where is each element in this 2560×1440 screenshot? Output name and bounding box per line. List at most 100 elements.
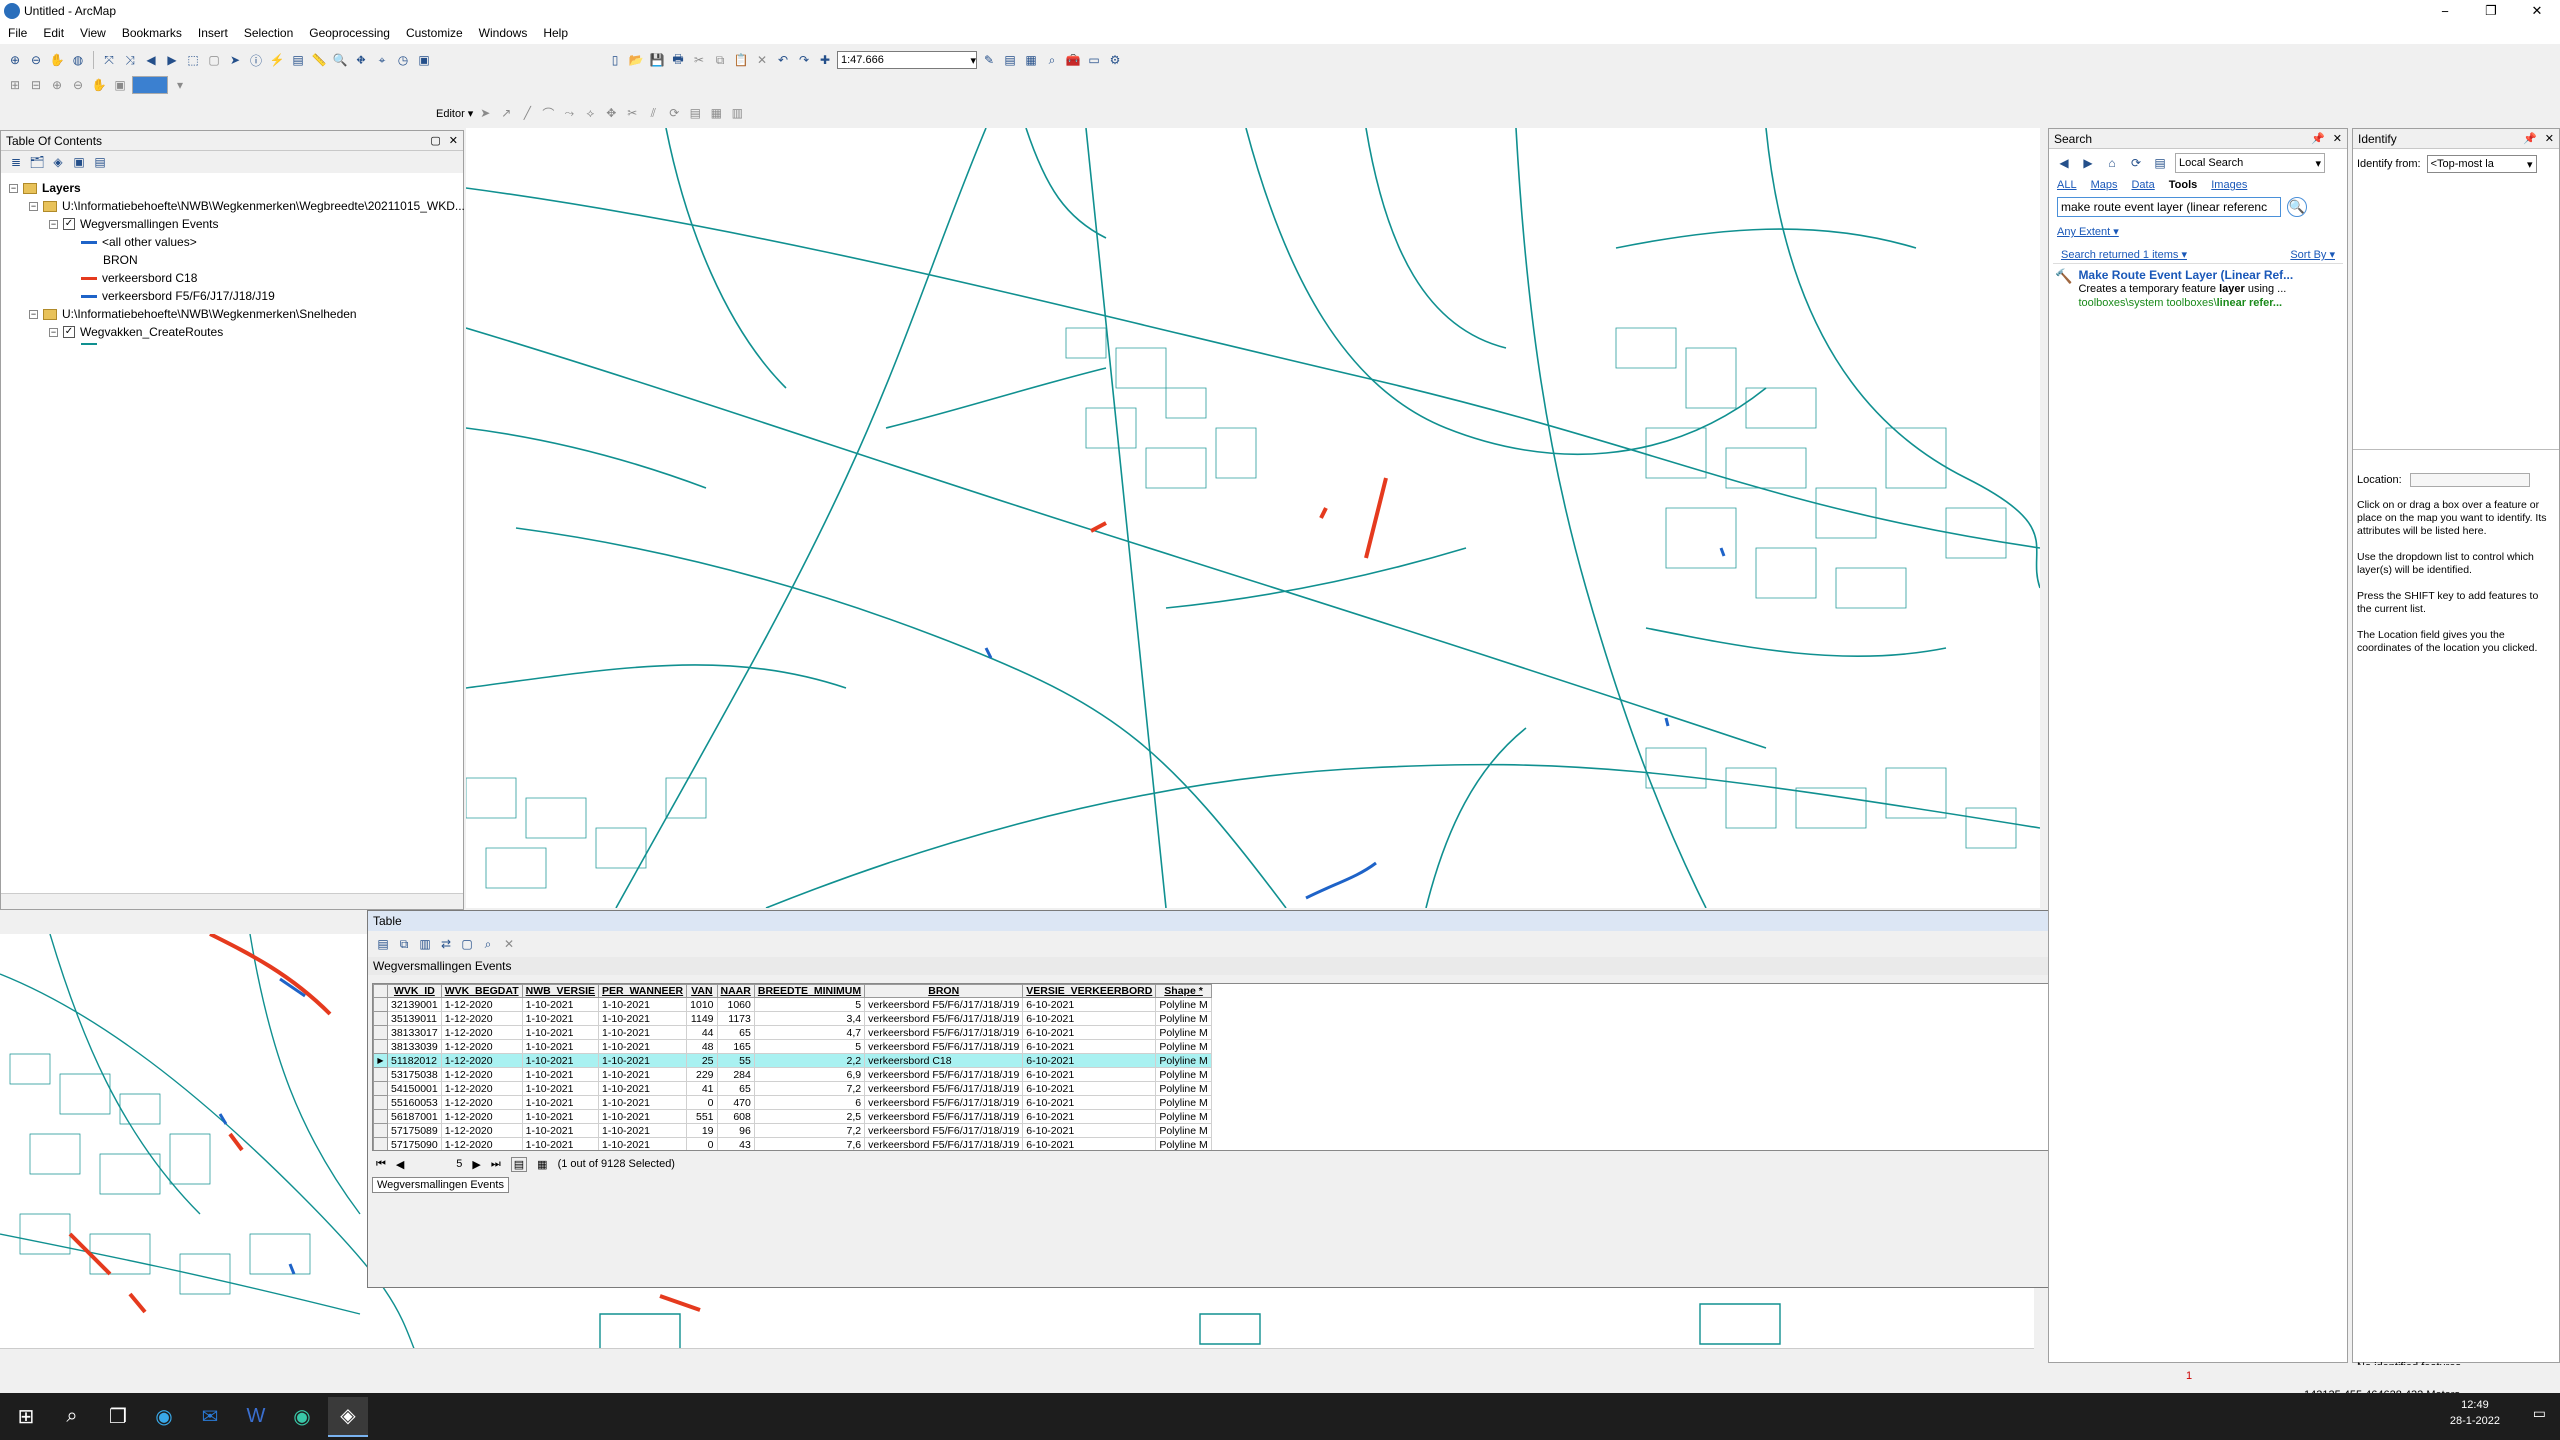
map-horizontal-scrollbar[interactable] [0,1348,2034,1364]
table-cell[interactable]: 38133039 [387,1039,442,1054]
location-field[interactable] [2409,473,2530,487]
table-cell[interactable]: verkeersbord F5/F6/J17/J18/J19 [864,1039,1024,1054]
table-cell[interactable]: 1060 [716,997,755,1012]
xy-icon[interactable]: ⌖ [373,51,391,69]
toc-layer1-row[interactable]: − ✓ Wegversmallingen Events [49,217,219,231]
undo-icon[interactable]: ↶ [774,51,792,69]
legend-roads-symbol[interactable] [81,343,97,345]
table-cell[interactable]: 6-10-2021 [1022,1137,1157,1150]
table-cell[interactable]: 1-12-2020 [440,1095,523,1110]
table-cell[interactable]: Polyline M [1155,1123,1212,1138]
search-result-title[interactable]: Make Route Event Layer (Linear Ref... [2078,268,2293,282]
table-options-icon[interactable]: ▤ [374,935,392,953]
toc-horizontal-scrollbar[interactable] [1,893,463,909]
table-cell[interactable]: 56187001 [387,1109,442,1124]
toc-path2-row[interactable]: − U:\Informatiebehoefte\NWB\Wegkenmerken… [29,307,357,321]
table-cell[interactable]: 3,4 [753,1011,866,1026]
search-sort[interactable]: Sort By ▾ [2290,248,2335,261]
related-tables-icon[interactable]: ⧉ [395,935,413,953]
layout-options-icon[interactable]: ▾ [171,76,189,94]
layer2-checkbox[interactable]: ✓ [63,326,75,338]
table-row[interactable]: 38133039 1-12-2020 1-10-2021 1-10-2021 48 165… [373,1039,1212,1054]
table-cell[interactable]: 41 [686,1081,718,1096]
list-by-source-icon[interactable]: 🗂 [28,153,46,171]
edge-icon[interactable]: ◉ [144,1397,184,1437]
search-tab-all[interactable]: ALL [2057,179,2077,191]
map-scale-combo[interactable]: 1:47.666 ▾ [837,51,977,69]
table-cell[interactable]: 551 [686,1109,718,1124]
table-cell[interactable]: 6 [753,1095,866,1110]
row-selector[interactable] [373,1123,388,1138]
table-cell[interactable]: 35139011 [387,1011,442,1026]
straight-segment-icon[interactable]: ╱ [518,104,536,122]
table-cell[interactable]: verkeersbord F5/F6/J17/J18/J19 [864,1067,1024,1082]
table-cell[interactable]: 1-12-2020 [440,1067,523,1082]
table-cell[interactable]: Polyline M [1155,1011,1212,1026]
table-cell[interactable]: 6-10-2021 [1022,997,1157,1012]
table-cell[interactable]: 1-10-2021 [521,1039,600,1054]
table-cell[interactable]: 1-10-2021 [521,1081,600,1096]
column-header[interactable]: WVK_ID [387,984,442,998]
table-cell[interactable]: 1173 [716,1011,755,1026]
collapse-icon[interactable]: − [49,219,58,229]
select-by-attributes-icon[interactable]: ▥ [416,935,434,953]
menu-insert[interactable]: Insert [190,26,236,40]
toc-close-icon[interactable]: ✕ [449,134,458,147]
search-forward-icon[interactable]: ▶ [2079,154,2097,172]
column-header[interactable]: WVK_BEGDAT [440,984,523,998]
attribute-table[interactable]: WVK_ID WVK_BEGDAT NWB_VERSIE PER_WANNEER VAN… [373,984,1212,1150]
table-cell[interactable]: 6-10-2021 [1022,1081,1157,1096]
table-cell[interactable]: 1-10-2021 [598,1137,688,1150]
table-cell[interactable]: verkeersbord F5/F6/J17/J18/J19 [864,1123,1024,1138]
table-cell[interactable]: 6-10-2021 [1022,1039,1157,1054]
table-cell[interactable]: Polyline M [1155,1109,1212,1124]
fixed-zoom-out-icon[interactable]: ⤨ [121,51,139,69]
table-cell[interactable]: 7,6 [753,1137,866,1150]
editor-menu[interactable]: Editor ▾ [436,107,473,120]
table-cell[interactable]: verkeersbord F5/F6/J17/J18/J19 [864,1081,1024,1096]
table-cell[interactable]: 6-10-2021 [1022,1025,1157,1040]
column-header[interactable]: VAN [686,984,718,998]
table-cell[interactable]: 53175038 [387,1067,442,1082]
full-extent-icon[interactable]: ◍ [69,51,87,69]
focus-frame-icon[interactable]: ▣ [111,76,129,94]
select-features-icon[interactable]: ⬚ [184,51,202,69]
edge-dev-icon[interactable]: ◉ [282,1397,322,1437]
table-cell[interactable]: 1-10-2021 [521,1109,600,1124]
delete-icon[interactable]: ✕ [753,51,771,69]
table-cell[interactable]: 1-10-2021 [598,1053,688,1068]
table-cell[interactable]: verkeersbord F5/F6/J17/J18/J19 [864,1109,1024,1124]
delete-selected-icon[interactable]: ✕ [500,935,518,953]
table-cell[interactable]: 57175090 [387,1137,442,1150]
legend-f5-symbol[interactable] [81,294,97,298]
row-selector[interactable] [373,1109,388,1124]
select-elements-icon[interactable]: ➤ [226,51,244,69]
table-cell[interactable]: 1-10-2021 [521,1137,600,1150]
table-row[interactable]: 35139011 1-12-2020 1-10-2021 1-10-2021 1149 1… [373,1011,1212,1026]
row-selector[interactable]: ▶ [373,1053,388,1068]
html-popup-icon[interactable]: ▤ [289,51,307,69]
identify-icon[interactable]: ⓘ [247,51,265,69]
table-cell[interactable]: verkeersbord F5/F6/J17/J18/J19 [864,1137,1024,1150]
fixed-zoom-in-icon[interactable]: ⤧ [100,51,118,69]
table-cell[interactable]: 1-10-2021 [598,1081,688,1096]
python-icon[interactable]: ▭ [1085,51,1103,69]
edit-annotation-icon[interactable]: ↗ [497,104,515,122]
search-input[interactable] [2057,197,2281,217]
search-go-icon[interactable]: 🔍 [2287,197,2307,217]
search-back-icon[interactable]: ◀ [2055,154,2073,172]
search-icon[interactable]: ⌕ [52,1397,92,1437]
add-data-icon[interactable]: ✚ [816,51,834,69]
edit-tool-icon[interactable]: ➤ [476,104,494,122]
attributes-icon[interactable]: ▤ [686,104,704,122]
row-selector[interactable] [373,1081,388,1096]
table-row[interactable]: 55160053 1-12-2020 1-10-2021 1-10-2021 0 470 6… [373,1095,1212,1110]
row-selector[interactable] [373,1039,388,1054]
legend-c18-symbol[interactable] [81,276,97,280]
table-cell[interactable]: 1-12-2020 [440,1081,523,1096]
forward-extent-icon[interactable]: ▶ [163,51,181,69]
table-cell[interactable]: 6,9 [753,1067,866,1082]
clear-selection-icon[interactable]: ▢ [205,51,223,69]
paste-icon[interactable]: 📋 [732,51,750,69]
redo-icon[interactable]: ↷ [795,51,813,69]
